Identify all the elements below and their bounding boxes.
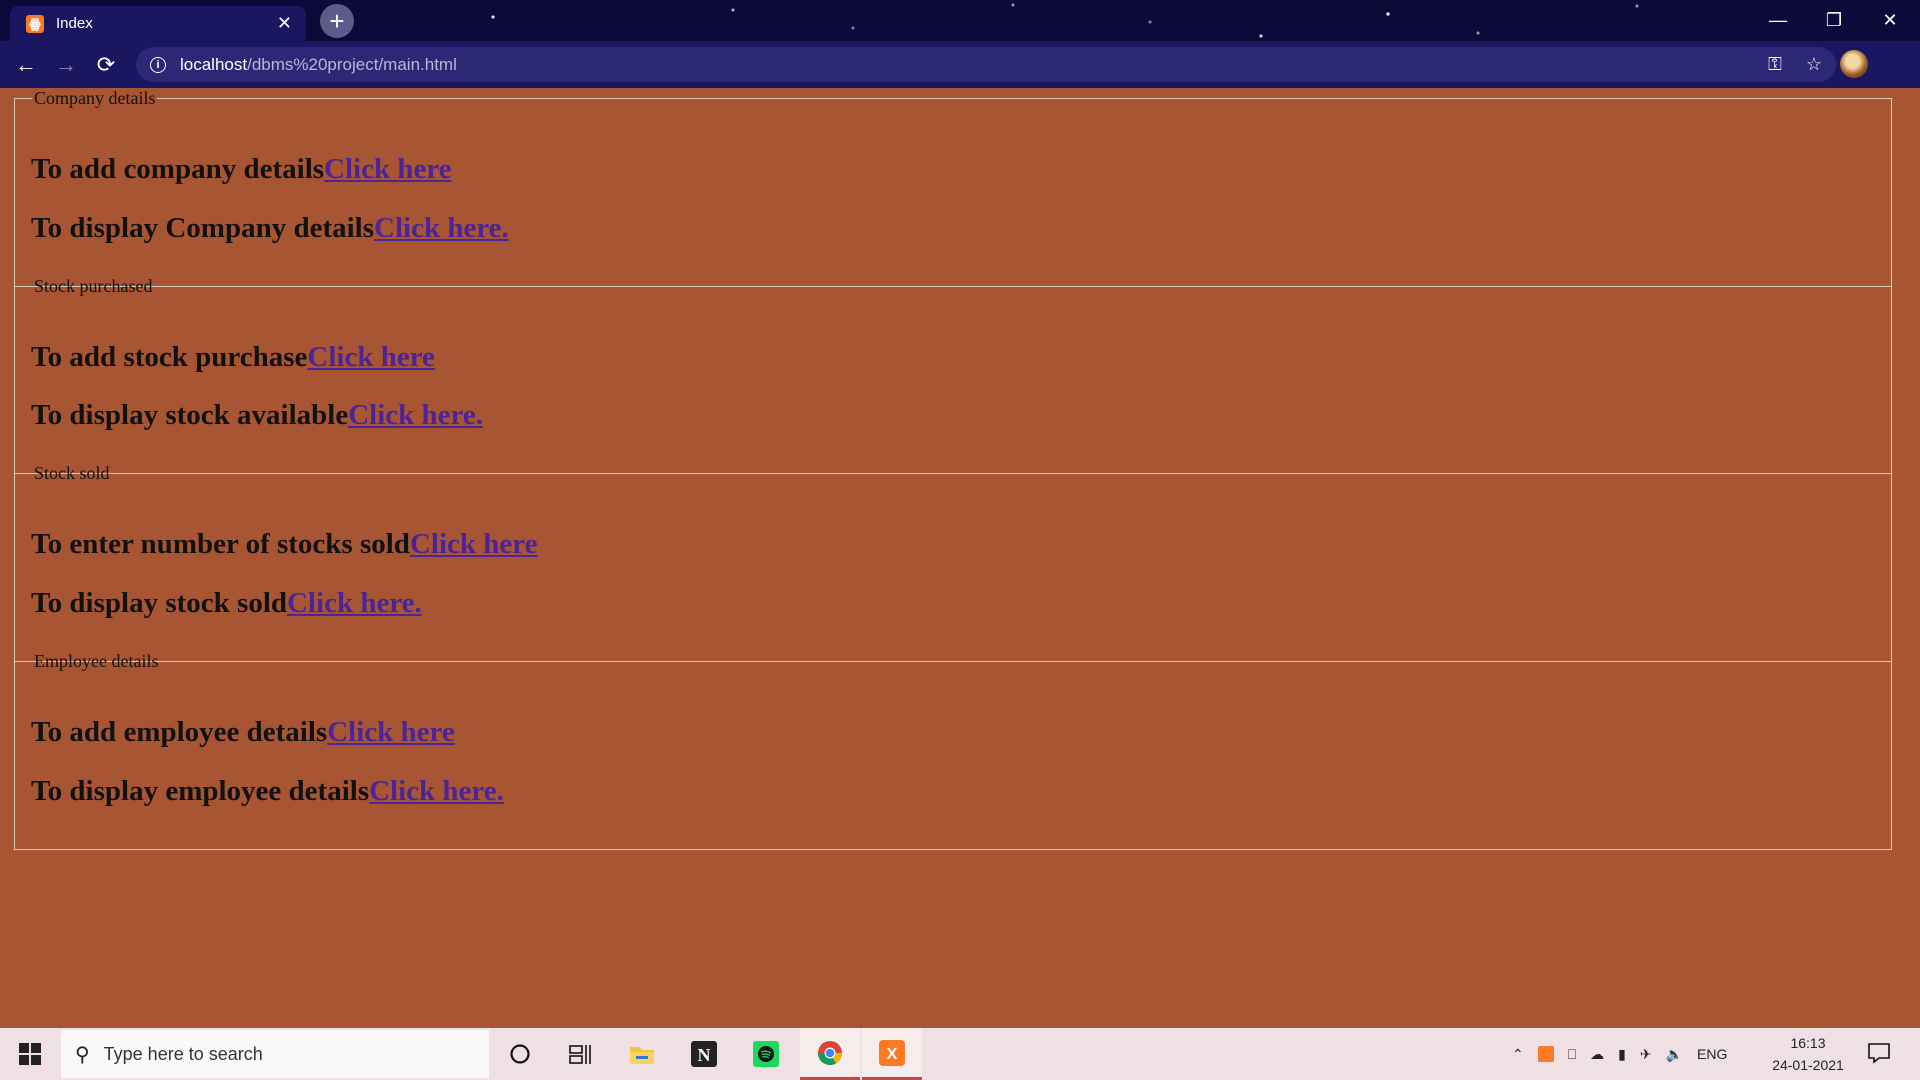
row-text: To enter number of stocks sold: [31, 528, 410, 560]
browser-toolbar: ← → ⟳ i localhost/dbms%20project/main.ht…: [0, 41, 1920, 118]
stock-sold-fieldset: Stock sold To enter number of stocks sol…: [14, 463, 1892, 662]
address-bar[interactable]: i localhost/dbms%20project/main.html ⚿ ☆: [136, 47, 1836, 82]
language-indicator[interactable]: ENG: [1697, 1046, 1727, 1062]
notion-icon[interactable]: N: [674, 1028, 734, 1080]
battery-icon[interactable]: ▮: [1618, 1046, 1626, 1063]
display-company-link[interactable]: Click here.: [374, 212, 509, 244]
bookmark-star-icon[interactable]: ☆: [1806, 54, 1822, 75]
row-text: To display stock available: [31, 399, 349, 431]
restore-button[interactable]: ❐: [1806, 0, 1862, 40]
url-host: localhost: [180, 54, 248, 74]
enter-stocks-sold-link[interactable]: Click here: [410, 528, 538, 560]
omnibox-actions: ⚿ ☆: [1768, 47, 1822, 82]
window-close-button[interactable]: ✕: [1862, 0, 1918, 40]
profile-avatar[interactable]: [1840, 50, 1868, 78]
show-hidden-icons-icon[interactable]: ⌃: [1512, 1046, 1524, 1063]
row-text: To display stock sold: [31, 587, 288, 619]
stock-purchased-fieldset: Stock purchased To add stock purchaseCli…: [14, 276, 1892, 474]
volume-icon[interactable]: 🔈: [1666, 1046, 1683, 1063]
minimize-button[interactable]: —: [1750, 0, 1806, 40]
display-stock-sold-row: To display stock soldClick here.: [31, 587, 422, 620]
clock-time: 16:13: [1790, 1035, 1826, 1051]
section-legend: Employee details: [34, 651, 159, 671]
cortana-icon[interactable]: [490, 1028, 550, 1080]
search-icon: ⚲: [75, 1043, 90, 1066]
airplane-mode-icon[interactable]: ✈: [1640, 1046, 1652, 1063]
new-tab-button[interactable]: +: [320, 4, 354, 38]
employee-details-fieldset: Employee details To add employee details…: [14, 651, 1892, 850]
reload-button[interactable]: ⟳: [88, 41, 124, 88]
search-placeholder: Type here to search: [103, 1043, 263, 1064]
row-text: To display Company details: [31, 212, 375, 244]
xampp-tray-icon[interactable]: [1537, 1046, 1554, 1062]
file-explorer-icon[interactable]: [612, 1028, 672, 1080]
meet-now-icon[interactable]: ⎕: [1568, 1046, 1576, 1063]
tab-strip: ꙮ Index ✕ + — ❐ ✕: [0, 0, 1920, 41]
row-text: To add company details: [31, 153, 325, 185]
display-stock-available-row: To display stock availableClick here.: [31, 399, 483, 432]
section-legend: Company details: [34, 88, 156, 108]
taskbar-search-box[interactable]: ⚲ Type here to search: [61, 1030, 489, 1078]
windows-logo-icon: [19, 1043, 41, 1065]
section-legend: Stock sold: [34, 463, 110, 483]
notification-center-icon[interactable]: [1864, 1038, 1894, 1068]
clock[interactable]: 16:13 24-01-2021: [1768, 1032, 1848, 1076]
start-button[interactable]: [0, 1028, 60, 1080]
onedrive-icon[interactable]: ☁: [1590, 1046, 1604, 1063]
xampp-favicon-icon: ꙮ: [26, 14, 44, 33]
add-employee-row: To add employee detailsClick here: [31, 716, 455, 749]
enter-stocks-sold-row: To enter number of stocks soldClick here: [31, 528, 537, 561]
system-tray: ⌃ ⎕ ☁ ▮ ✈ 🔈 ENG: [1512, 1028, 1727, 1080]
row-text: To display employee details: [31, 775, 370, 807]
section-legend: Stock purchased: [34, 276, 153, 296]
add-stock-purchase-link[interactable]: Click here: [307, 341, 435, 373]
spotify-icon[interactable]: [736, 1028, 796, 1080]
back-button[interactable]: ←: [8, 41, 44, 88]
forward-button[interactable]: →: [48, 41, 84, 88]
add-employee-link[interactable]: Click here: [327, 716, 455, 748]
row-text: To add employee details: [31, 716, 328, 748]
row-text: To add stock purchase: [31, 341, 308, 373]
clock-date: 24-01-2021: [1772, 1057, 1844, 1073]
site-info-icon[interactable]: i: [150, 56, 166, 73]
display-stock-sold-link[interactable]: Click here.: [287, 587, 422, 619]
xampp-icon[interactable]: X: [862, 1028, 922, 1080]
add-company-row: To add company detailsClick here: [31, 153, 452, 186]
display-employee-link[interactable]: Click here.: [369, 775, 504, 807]
page-content: Company details To add company detailsCl…: [0, 88, 1920, 1028]
display-employee-row: To display employee detailsClick here.: [31, 775, 504, 808]
url-path: /dbms%20project/main.html: [247, 54, 457, 74]
add-stock-purchase-row: To add stock purchaseClick here: [31, 341, 435, 374]
chrome-icon[interactable]: [800, 1028, 860, 1080]
display-company-row: To display Company detailsClick here.: [31, 212, 509, 245]
task-view-icon[interactable]: [550, 1028, 610, 1080]
svg-text:X: X: [887, 1046, 898, 1063]
svg-text:N: N: [698, 1045, 711, 1065]
url-text[interactable]: localhost/dbms%20project/main.html: [180, 55, 457, 75]
add-company-link[interactable]: Click here: [324, 153, 452, 185]
display-stock-available-link[interactable]: Click here.: [348, 399, 483, 431]
password-key-icon[interactable]: ⚿: [1768, 54, 1782, 75]
company-details-fieldset: Company details To add company detailsCl…: [14, 88, 1892, 287]
browser-tab-index[interactable]: ꙮ Index ✕: [10, 6, 306, 41]
windows-taskbar: ⚲ Type here to search N X ⌃ ⎕ ☁ ▮ ✈ 🔈 EN…: [0, 1028, 1920, 1080]
tab-title: Index: [56, 15, 93, 32]
tab-close-icon[interactable]: ✕: [277, 13, 292, 34]
